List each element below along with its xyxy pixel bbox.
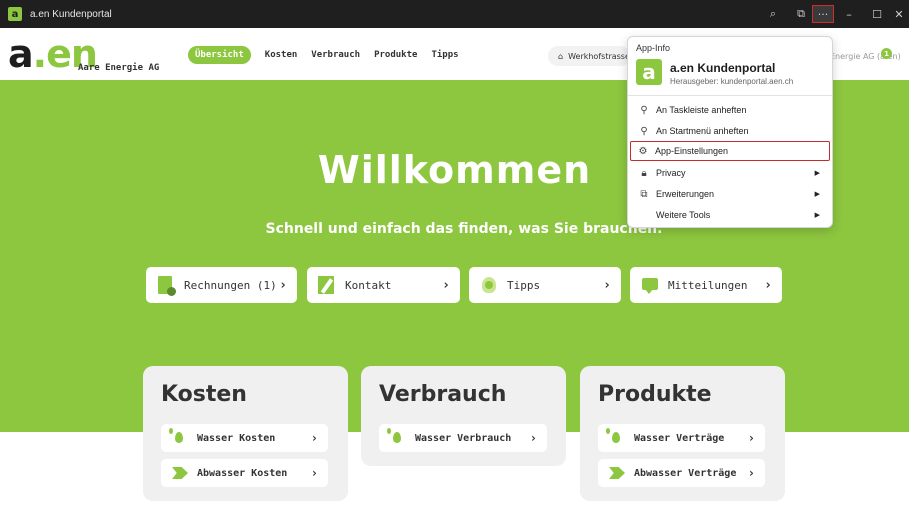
wastewater-icon bbox=[171, 465, 189, 481]
address-label: Werkhofstrasse bbox=[568, 51, 630, 61]
close-button[interactable]: ✕ bbox=[890, 5, 908, 23]
nav-item-tipps[interactable]: Tipps bbox=[431, 50, 458, 60]
menu-item-privacy[interactable]: 🔒︎ Privacy ▶ bbox=[632, 163, 830, 183]
menu-header: App-Info bbox=[636, 43, 671, 53]
invoice-icon bbox=[156, 275, 176, 296]
chevron-right-icon: › bbox=[310, 431, 318, 445]
minimize-button[interactable]: – bbox=[838, 5, 860, 23]
search-icon[interactable]: ⌕ bbox=[762, 5, 784, 23]
water-drop-icon bbox=[169, 428, 189, 446]
app-logo-icon: a bbox=[636, 59, 662, 85]
card-kosten: Kosten Wasser Kosten › Abwasser Kosten › bbox=[143, 366, 348, 501]
company-logo[interactable]: a.en Aare Energie AG bbox=[8, 32, 168, 76]
menu-item-label: Privacy bbox=[656, 168, 686, 178]
card-produkte: Produkte Wasser Verträge › Abwasser Vert… bbox=[580, 366, 785, 501]
menu-divider bbox=[628, 95, 832, 96]
nav-item-verbrauch[interactable]: Verbrauch bbox=[311, 50, 360, 60]
more-options-button[interactable]: ··· bbox=[812, 5, 834, 23]
link-abwasser-vertraege[interactable]: Abwasser Verträge › bbox=[598, 459, 765, 487]
company-name: Aare Energie AG bbox=[78, 63, 160, 73]
menu-item-extensions[interactable]: ⧉ Erweiterungen ▶ bbox=[632, 184, 830, 204]
pin-icon: ⚲ bbox=[640, 104, 648, 116]
menu-item-pin-start[interactable]: ⚲ An Startmenü anheften bbox=[632, 121, 830, 141]
quick-link-tipps[interactable]: Tipps › bbox=[469, 267, 621, 303]
card-link-label: Wasser Kosten bbox=[197, 432, 276, 444]
quick-link-label: Mitteilungen bbox=[668, 278, 748, 292]
card-link-label: Wasser Verbrauch bbox=[415, 432, 512, 444]
menu-item-more-tools[interactable]: Weitere Tools ▶ bbox=[632, 205, 830, 225]
quick-link-kontakt[interactable]: Kontakt › bbox=[307, 267, 460, 303]
menu-item-app-settings[interactable]: ⚙ App-Einstellungen bbox=[630, 141, 830, 161]
main-nav: Übersicht Kosten Verbrauch Produkte Tipp… bbox=[188, 46, 459, 64]
quick-link-label: Kontakt bbox=[345, 278, 392, 292]
card-title: Kosten bbox=[161, 382, 247, 407]
nav-item-uebersicht[interactable]: Übersicht bbox=[188, 46, 251, 64]
lightbulb-icon bbox=[479, 275, 499, 295]
chevron-right-icon: › bbox=[529, 431, 537, 445]
link-wasser-vertraege[interactable]: Wasser Verträge › bbox=[598, 424, 765, 452]
settings-icon: ⚙ bbox=[638, 145, 648, 157]
quick-link-rechnungen[interactable]: Rechnungen (1) › bbox=[146, 267, 297, 303]
chevron-right-icon: › bbox=[310, 466, 318, 480]
water-drop-icon bbox=[387, 428, 407, 446]
card-link-label: Wasser Verträge bbox=[634, 432, 725, 444]
chevron-right-icon: › bbox=[764, 277, 772, 293]
pin-icon: ⚲ bbox=[640, 125, 648, 137]
notification-badge[interactable]: 1 bbox=[881, 48, 892, 59]
nav-item-produkte[interactable]: Produkte bbox=[374, 50, 417, 60]
chevron-right-icon: › bbox=[442, 277, 450, 293]
link-abwasser-kosten[interactable]: Abwasser Kosten › bbox=[161, 459, 328, 487]
quick-link-label: Tipps bbox=[507, 278, 541, 292]
card-link-label: Abwasser Kosten bbox=[197, 467, 288, 479]
chevron-right-icon: › bbox=[747, 466, 755, 480]
menu-item-pin-taskbar[interactable]: ⚲ An Taskleiste anheften bbox=[632, 100, 830, 120]
chevron-right-icon: › bbox=[279, 277, 287, 293]
window-title: a.en Kundenportal bbox=[30, 8, 112, 20]
maximize-button[interactable]: ☐ bbox=[866, 5, 888, 23]
card-verbrauch: Verbrauch Wasser Verbrauch › bbox=[361, 366, 566, 466]
menu-item-label: App-Einstellungen bbox=[655, 146, 729, 156]
wastewater-icon bbox=[608, 465, 626, 481]
submenu-arrow-icon: ▶ bbox=[814, 212, 820, 219]
menu-app-name: a.en Kundenportal bbox=[670, 61, 776, 75]
home-icon: ⌂ bbox=[558, 51, 564, 61]
chevron-right-icon: › bbox=[747, 431, 755, 445]
card-link-label: Abwasser Verträge bbox=[634, 467, 737, 479]
link-wasser-kosten[interactable]: Wasser Kosten › bbox=[161, 424, 328, 452]
water-drop-icon bbox=[606, 428, 626, 446]
menu-item-label: Weitere Tools bbox=[656, 210, 711, 220]
app-options-menu: App-Info a a.en Kundenportal Herausgeber… bbox=[627, 36, 833, 228]
quick-link-mitteilungen[interactable]: Mitteilungen › bbox=[630, 267, 782, 303]
submenu-arrow-icon: ▶ bbox=[814, 191, 820, 198]
card-title: Verbrauch bbox=[379, 382, 507, 407]
app-icon: a bbox=[8, 7, 22, 21]
lock-icon: 🔒︎ bbox=[641, 167, 647, 179]
message-icon bbox=[640, 275, 660, 295]
link-wasser-verbrauch[interactable]: Wasser Verbrauch › bbox=[379, 424, 547, 452]
menu-item-label: An Startmenü anheften bbox=[656, 126, 749, 136]
nav-item-kosten[interactable]: Kosten bbox=[265, 50, 298, 60]
menu-item-label: Erweiterungen bbox=[656, 189, 715, 199]
menu-item-label: An Taskleiste anheften bbox=[656, 105, 747, 115]
share-icon[interactable]: ⧉ bbox=[790, 5, 812, 23]
extension-icon: ⧉ bbox=[640, 188, 648, 200]
chevron-right-icon: › bbox=[603, 277, 611, 293]
quick-link-label: Rechnungen (1) bbox=[184, 278, 277, 292]
card-title: Produkte bbox=[598, 382, 712, 407]
address-selector[interactable]: ⌂ Werkhofstrasse bbox=[548, 46, 630, 66]
window-titlebar: a a.en Kundenportal ⌕ ⧉ ··· – ☐ ✕ bbox=[0, 0, 909, 28]
menu-publisher: Herausgeber: kundenportal.aen.ch bbox=[670, 77, 794, 86]
contact-form-icon bbox=[317, 275, 337, 295]
submenu-arrow-icon: ▶ bbox=[814, 170, 820, 177]
